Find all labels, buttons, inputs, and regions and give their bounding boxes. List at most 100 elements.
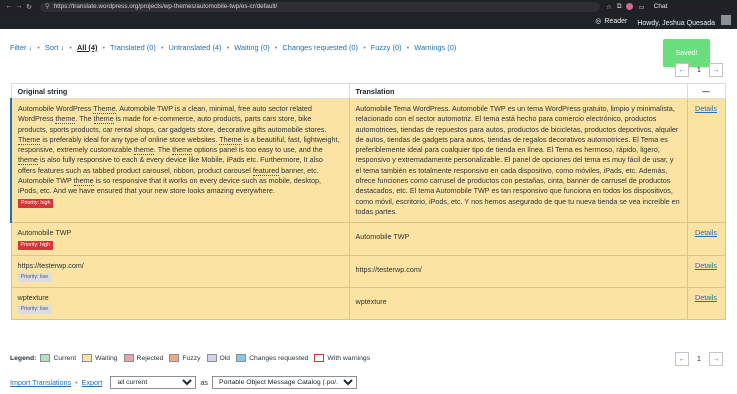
filter-fuzzy[interactable]: Fuzzy (0) (371, 43, 402, 52)
legend-item-label: Waiting (95, 354, 118, 362)
legend-item: With warnings (314, 354, 370, 362)
separator: • (75, 378, 78, 387)
details-link[interactable]: Details (695, 293, 717, 302)
table-row[interactable]: Automobile TWP Priority: high Automobile T… (10, 222, 726, 256)
legend-item: Fuzzy (169, 354, 201, 362)
forward-icon[interactable]: → (14, 3, 24, 10)
filter-toggle[interactable]: Filter ↓ (10, 43, 32, 52)
translation-cell[interactable]: wptexture (348, 286, 688, 321)
filter-warnings[interactable]: Warnings (0) (414, 43, 456, 52)
top-pager: ← 1 → (675, 63, 723, 77)
legend-swatch (82, 354, 93, 362)
filter-changes-requested[interactable]: Changes requested (0) (282, 43, 358, 52)
translation-cell[interactable]: Automobile Tema WordPress. Automobile TW… (348, 97, 688, 224)
legend-item: Old (206, 354, 231, 362)
account-menu[interactable]: Howdy, Jeshua Quesada (637, 15, 731, 27)
priority-badge: Priority: high (17, 240, 53, 250)
col-actions: — (686, 83, 726, 99)
legend-item: Rejected (123, 354, 164, 362)
user-avatar (721, 15, 731, 25)
import-export-bar: Import Translations • Export all current… (10, 376, 358, 389)
export-format-select[interactable]: Portable Object Message Catalog (.po/.po… (212, 376, 358, 389)
export-link[interactable]: Export (82, 378, 103, 387)
actions-cell: Details (686, 97, 726, 224)
legend-swatch (206, 354, 217, 362)
original-text: wptexture (17, 292, 49, 302)
legend-item: Changes requested (236, 354, 308, 362)
legend-swatch (314, 354, 325, 362)
legend-label: Legend: (10, 354, 37, 362)
original-string-cell[interactable]: https://testerwp.com/Priority: low (10, 254, 350, 288)
export-scope-select[interactable]: all current (110, 376, 197, 389)
original-string-cell[interactable]: Automobile TWP Priority: high (10, 222, 350, 256)
next-page-button[interactable]: → (709, 63, 723, 77)
address-bar[interactable]: ⚲ https://translate.wordpress.org/projec… (40, 1, 600, 12)
original-string-cell[interactable]: wptexture Priority: low (10, 286, 350, 321)
wp-admin-bar: ◎ Reader Howdy, Jeshua Quesada (0, 13, 737, 29)
original-string-cell[interactable]: Automobile WordPress Theme. Automobile T… (10, 97, 350, 224)
separator: • (37, 43, 40, 52)
legend-swatch (236, 354, 247, 362)
legend-item-label: Rejected (136, 354, 164, 362)
details-link[interactable]: Details (695, 228, 717, 237)
legend-item-label: Changes requested (249, 354, 309, 362)
table-row[interactable]: Automobile WordPress Theme. Automobile T… (10, 97, 726, 224)
separator: • (102, 43, 106, 52)
prev-page-button[interactable]: ← (675, 352, 689, 366)
filter-waiting[interactable]: Waiting (0) (234, 43, 269, 52)
col-translation: Translation (348, 83, 688, 99)
priority-badge: Priority: high (18, 198, 54, 208)
separator: • (274, 43, 278, 52)
translation-cell[interactable]: Automobile TWP (348, 222, 688, 256)
separator: • (406, 43, 410, 52)
priority-badge: Priority: low (17, 305, 51, 315)
reload-icon[interactable]: ↻ (24, 3, 34, 11)
actions-cell: Details (686, 254, 726, 288)
filter-untranslated[interactable]: Untranslated (4) (169, 43, 222, 52)
table-row[interactable]: https://testerwp.com/Priority: low https:… (10, 254, 726, 288)
actions-cell: Details (686, 222, 726, 256)
chat-button[interactable]: Chat (654, 3, 668, 10)
current-page: 1 (697, 355, 701, 363)
filter-translated[interactable]: Translated (0) (110, 43, 156, 52)
howdy-label: Howdy, Jeshua Quesada (637, 20, 716, 27)
legend-item-label: Fuzzy (182, 354, 201, 362)
original-text: https://testerwp.com/ (17, 260, 84, 270)
separator: • (363, 43, 366, 52)
original-text: Automobile WordPress Theme. Automobile T… (18, 104, 340, 196)
address-text: https://translate.wordpress.org/projects… (53, 3, 278, 10)
site-info-icon[interactable]: ⚲ (45, 3, 50, 10)
back-icon[interactable]: ← (4, 3, 14, 10)
next-page-button[interactable]: → (709, 352, 723, 366)
translation-cell[interactable]: https://testerwp.com/ (348, 254, 688, 288)
separator: • (160, 43, 164, 52)
filter-all[interactable]: All (4) (77, 43, 98, 52)
legend-item-label: Current (53, 354, 77, 362)
bookmark-star-icon[interactable]: ☆ (606, 3, 612, 11)
reader-icon: ◎ (595, 18, 602, 25)
legend-item-label: Old (219, 354, 231, 362)
extension-icon[interactable]: ⧉ (617, 3, 622, 11)
col-original-string: Original string (10, 83, 350, 99)
table-row[interactable]: wptexture Priority: low wptexture Details (10, 286, 726, 321)
sort-toggle[interactable]: Sort ↓ (45, 43, 64, 52)
reader-link[interactable]: ◎ Reader (595, 17, 628, 26)
original-text: Automobile TWP (17, 228, 72, 238)
reader-label: Reader (604, 17, 628, 25)
legend-item: Current (40, 354, 76, 362)
status-legend: Legend: Current Waiting Rejected Fuzzy Old Ch… (10, 354, 376, 362)
browser-toolbar: ← → ↻ ⚲ https://translate.wordpress.org/… (0, 0, 737, 13)
actions-cell: Details (686, 286, 726, 321)
legend-swatch (169, 354, 180, 362)
table-header-row: Original string Translation — (10, 83, 726, 99)
details-link[interactable]: Details (695, 261, 717, 270)
details-link[interactable]: Details (695, 104, 717, 113)
profile-avatar-icon[interactable] (626, 3, 634, 10)
prev-page-button[interactable]: ← (675, 63, 689, 77)
separator: • (69, 43, 72, 52)
import-translations-link[interactable]: Import Translations (10, 378, 71, 387)
legend-item-label: With warnings (327, 354, 371, 362)
current-page: 1 (697, 66, 701, 74)
sidebar-icon[interactable]: ▭ (638, 3, 644, 11)
priority-badge: Priority: low (17, 272, 51, 282)
